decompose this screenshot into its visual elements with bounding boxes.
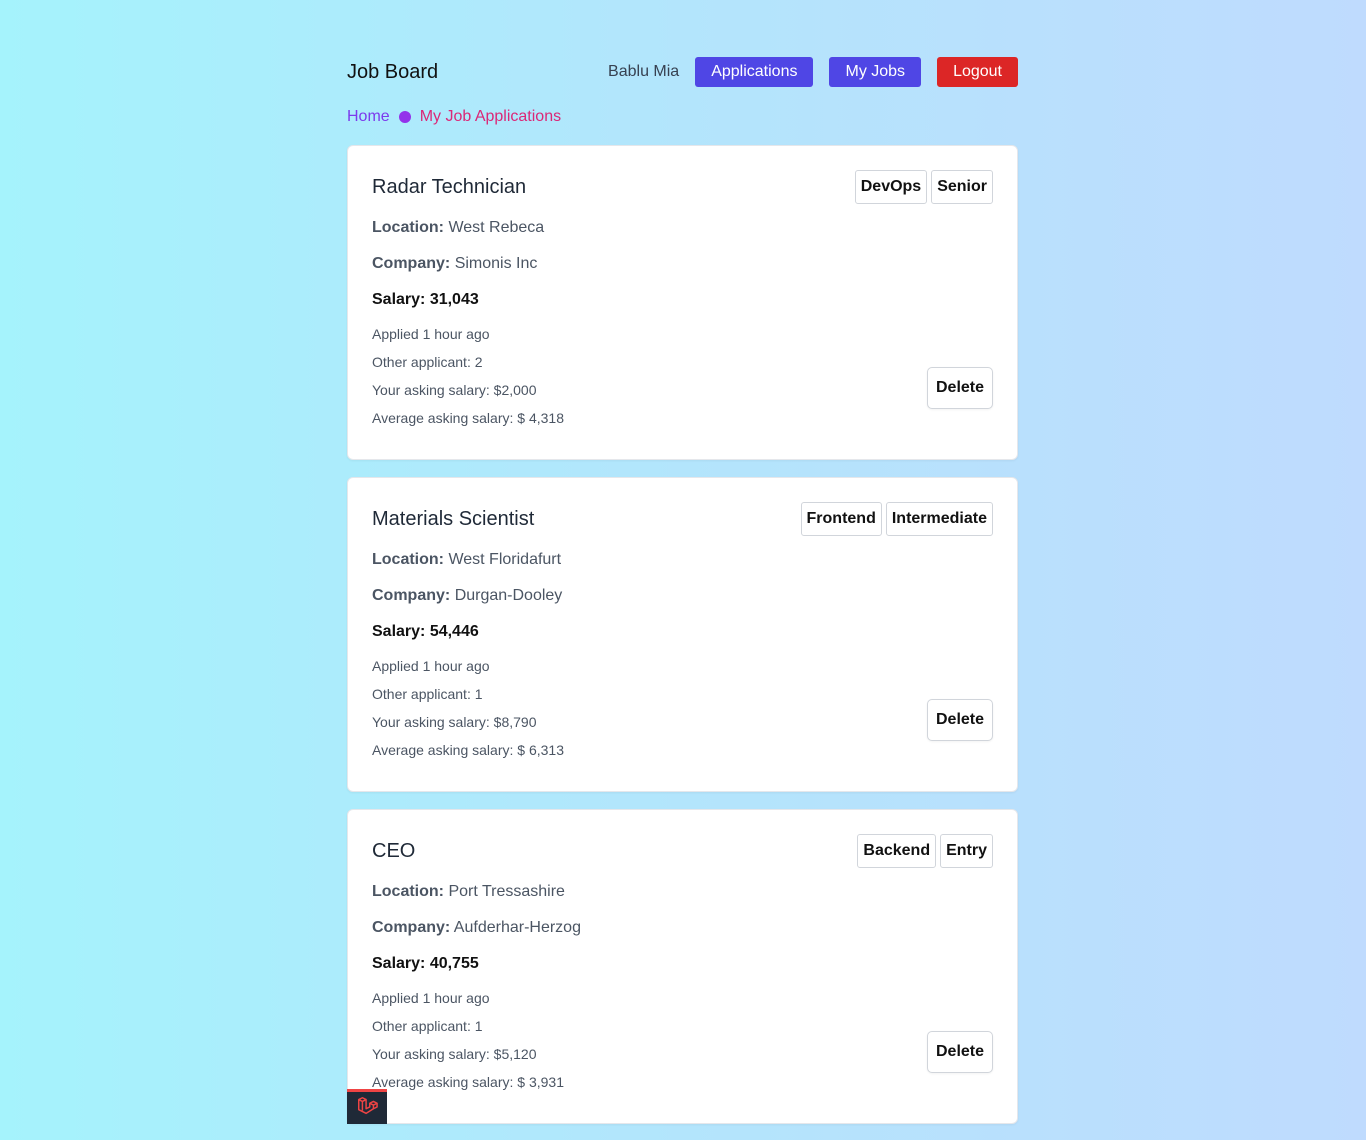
experience-tag: Intermediate — [885, 502, 993, 536]
location-label: Location: — [372, 551, 444, 568]
application-card: CEO Backend Entry Location: Port Tressas… — [347, 809, 1018, 1124]
location-value: Port Tressashire — [448, 883, 565, 900]
delete-button[interactable]: Delete — [927, 1031, 993, 1073]
company-line: Company: Durgan-Dooley — [372, 587, 562, 605]
location-line: Location: West Rebeca — [372, 219, 544, 237]
location-label: Location: — [372, 219, 444, 236]
laravel-logo-icon — [356, 1095, 378, 1122]
company-label: Company: — [372, 255, 451, 272]
location-line: Location: Port Tressashire — [372, 883, 565, 901]
breadcrumb-home-link[interactable]: Home — [347, 108, 390, 126]
company-label: Company: — [372, 919, 451, 936]
average-salary: Average asking salary: $ 6,313 — [372, 742, 564, 758]
location-label: Location: — [372, 883, 444, 900]
applied-time: Applied 1 hour ago — [372, 658, 490, 674]
breadcrumb: Home My Job Applications — [347, 106, 561, 128]
company-value: Aufderhar-Herzog — [453, 919, 581, 936]
category-tag: Frontend — [800, 502, 882, 536]
applied-time: Applied 1 hour ago — [372, 990, 490, 1006]
delete-button[interactable]: Delete — [927, 367, 993, 409]
company-value: Simonis Inc — [454, 255, 538, 272]
company-label: Company: — [372, 587, 451, 604]
job-tags: Backend Entry — [853, 834, 993, 868]
job-tags: Frontend Intermediate — [797, 502, 993, 536]
company-value: Durgan-Dooley — [454, 587, 563, 604]
job-title: Materials Scientist — [372, 508, 535, 530]
average-salary: Average asking salary: $ 3,931 — [372, 1074, 564, 1090]
location-line: Location: West Floridafurt — [372, 551, 561, 569]
other-applicants: Other applicant: 1 — [372, 686, 483, 702]
category-tag: Backend — [857, 834, 937, 868]
asking-salary: Your asking salary: $2,000 — [372, 382, 537, 398]
application-card: Radar Technician DevOps Senior Location:… — [347, 145, 1018, 460]
breadcrumb-current: My Job Applications — [419, 108, 562, 125]
job-title: Radar Technician — [372, 176, 527, 198]
brand-title: Job Board — [347, 61, 439, 83]
job-tags: DevOps Senior — [851, 170, 993, 204]
salary-value: Salary: 54,446 — [372, 623, 479, 640]
category-tag: DevOps — [854, 170, 928, 204]
other-applicants: Other applicant: 2 — [372, 354, 483, 370]
location-value: West Floridafurt — [448, 551, 562, 568]
logout-button[interactable]: Logout — [937, 56, 1018, 87]
my-jobs-button[interactable]: My Jobs — [829, 56, 922, 87]
salary-value: Salary: 40,755 — [372, 955, 479, 972]
application-card: Materials Scientist Frontend Intermediat… — [347, 477, 1018, 792]
nav-actions: Bablu Mia Applications My Jobs Logout — [608, 56, 1018, 87]
company-line: Company: Aufderhar-Herzog — [372, 919, 581, 937]
top-nav: Job Board Bablu Mia Applications My Jobs… — [347, 56, 1018, 87]
debugbar-toggle[interactable] — [347, 1089, 387, 1124]
location-value: West Rebeca — [448, 219, 545, 236]
asking-salary: Your asking salary: $5,120 — [372, 1046, 537, 1062]
average-salary: Average asking salary: $ 4,318 — [372, 410, 564, 426]
applications-button[interactable]: Applications — [695, 56, 814, 87]
salary-value: Salary: 31,043 — [372, 291, 479, 308]
other-applicants: Other applicant: 1 — [372, 1018, 483, 1034]
experience-tag: Entry — [940, 834, 993, 868]
user-name: Bablu Mia — [608, 62, 680, 80]
company-line: Company: Simonis Inc — [372, 255, 537, 273]
delete-button[interactable]: Delete — [927, 699, 993, 741]
experience-tag: Senior — [931, 170, 993, 204]
applied-time: Applied 1 hour ago — [372, 326, 490, 342]
asking-salary: Your asking salary: $8,790 — [372, 714, 537, 730]
breadcrumb-separator-dot — [398, 111, 411, 123]
job-title: CEO — [372, 840, 416, 862]
